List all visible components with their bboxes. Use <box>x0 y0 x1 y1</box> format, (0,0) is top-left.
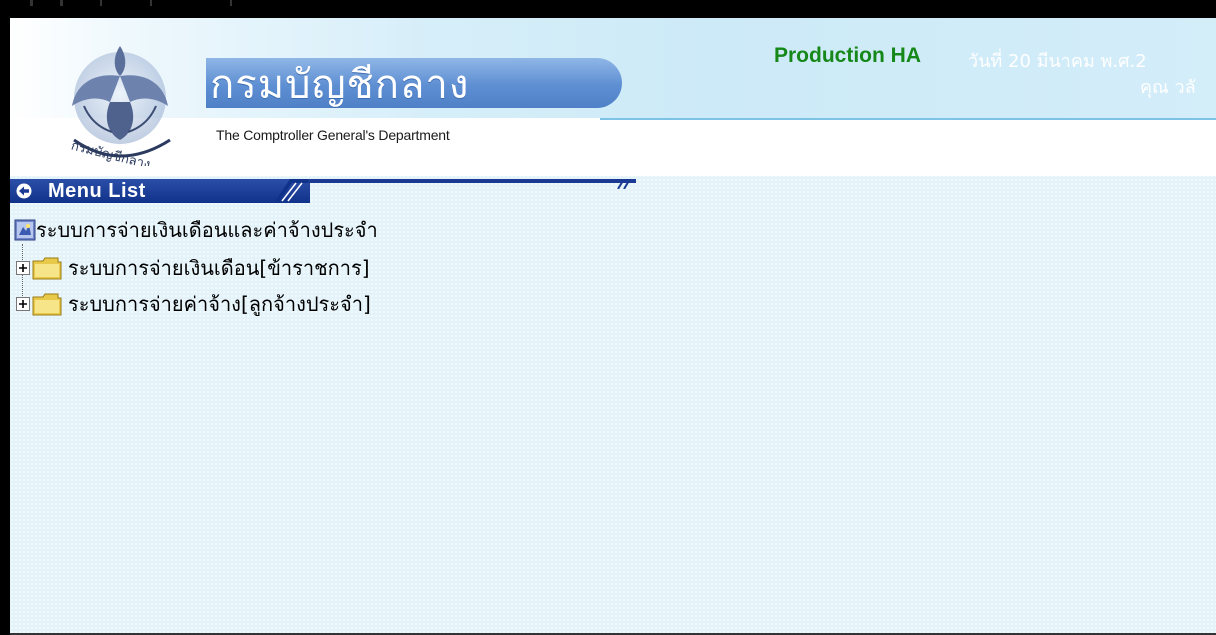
menu-list-bar: Menu List <box>10 179 638 203</box>
date-label: วันที่ 20 มีนาคม พ.ศ.2 <box>968 51 1147 72</box>
menu-list-title: Menu List <box>48 180 146 202</box>
window-top-strip <box>0 0 1216 18</box>
header-divider <box>600 118 1216 120</box>
logo-title-english: The Comptroller General's Department <box>216 127 450 143</box>
menu-list-bar-line <box>290 179 636 183</box>
plus-icon[interactable] <box>16 261 30 275</box>
folder-icon <box>32 293 62 316</box>
logo-title-thai: กรมบัญชีกลาง <box>210 62 470 108</box>
tree-item-permanent-employee-wage[interactable]: ระบบการจ่ายค่าจ้าง[ลูกจ้างประจำ] <box>16 290 371 318</box>
user-label: คุณ วลั <box>1140 77 1196 98</box>
window-left-border <box>0 18 10 635</box>
garuda-emblem-icon: กรมบัญชีกลาง <box>69 46 171 166</box>
slash-tail-icon <box>617 179 631 189</box>
system-icon <box>14 219 36 241</box>
tree-root-label: ระบบการจ่ายเงินเดือนและค่าจ้างประจำ <box>36 218 378 242</box>
back-arrow-icon[interactable] <box>16 183 32 199</box>
folder-icon <box>32 257 62 280</box>
plus-icon[interactable] <box>16 297 30 311</box>
tree-item-civil-servant-salary[interactable]: ระบบการจ่ายเงินเดือน[ข้าราชการ] <box>16 254 370 282</box>
environment-label: Production HA <box>774 44 921 67</box>
page-frame: กรมบัญชีกลาง กรมบัญชีกลาง The Comptrolle… <box>10 18 1216 633</box>
tree-item-label: ระบบการจ่ายเงินเดือน[ข้าราชการ] <box>68 256 370 280</box>
page-header: กรมบัญชีกลาง กรมบัญชีกลาง The Comptrolle… <box>10 18 1216 176</box>
tree-item-label: ระบบการจ่ายค่าจ้าง[ลูกจ้างประจำ] <box>68 292 371 316</box>
slash-decoration-icon <box>274 179 308 203</box>
tree-root-item[interactable]: ระบบการจ่ายเงินเดือนและค่าจ้างประจำ <box>14 217 378 243</box>
